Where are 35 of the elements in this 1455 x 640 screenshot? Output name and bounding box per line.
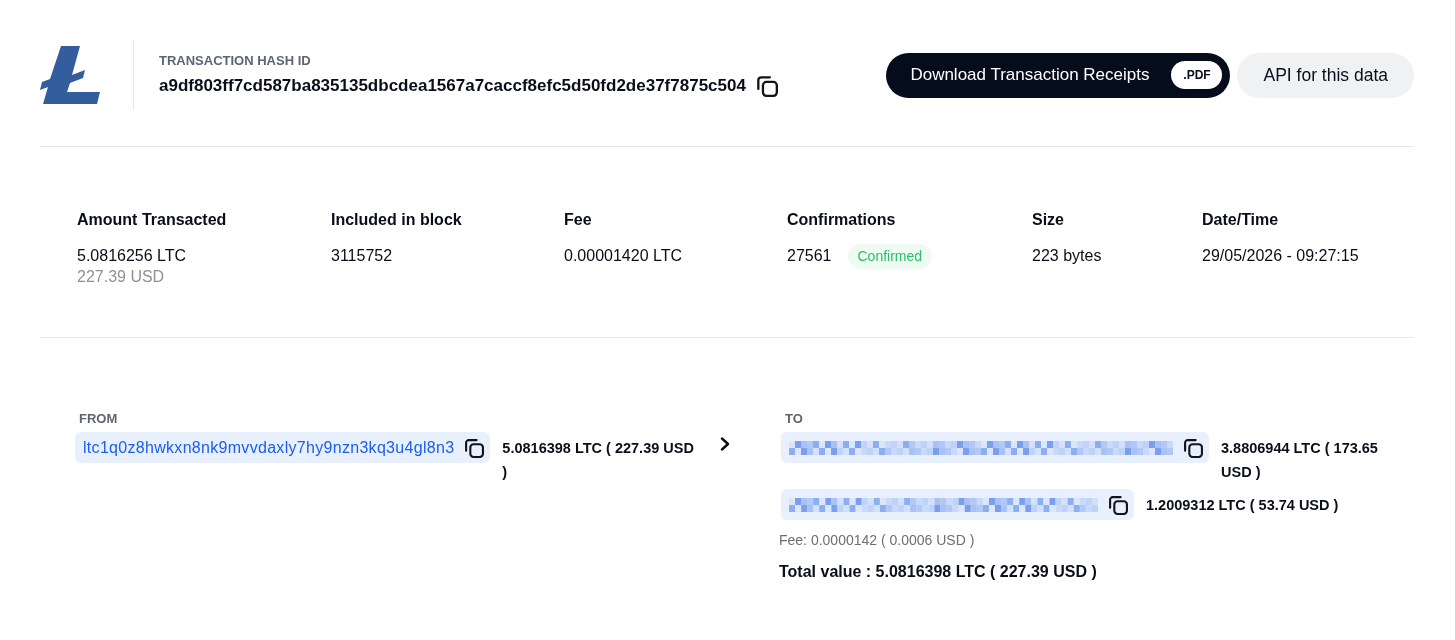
stat-value: 27561 xyxy=(787,246,832,266)
file-type-tag: .PDF xyxy=(1171,61,1223,89)
stat-value: 0.00001420 LTC xyxy=(564,246,682,266)
copy-icon[interactable] xyxy=(1108,494,1128,515)
fee-text: Fee: 0.0000142 ( 0.0006 USD ) xyxy=(779,531,975,550)
stat-label: Confirmations xyxy=(787,210,896,230)
transaction-hash: a9df803ff7cd587ba835135dbcdea1567a7caccf8efc5d50fd2de37f7875c504 xyxy=(159,75,746,97)
stat-label: Date/Time xyxy=(1202,210,1279,230)
stat-label: Included in block xyxy=(331,210,462,230)
stat-label: Fee xyxy=(564,210,592,230)
stat-secondary-value: 227.39 USD xyxy=(77,267,165,287)
amount-text: 5.0816398 LTC ( 227.39 USD ) xyxy=(502,440,694,480)
stat-label: Size xyxy=(1032,210,1064,230)
stat-value: 5.0816256 LTC xyxy=(77,246,187,266)
copy-icon[interactable] xyxy=(1183,437,1203,458)
total-value-text: Total value : 5.0816398 LTC ( 227.39 USD ) xyxy=(779,562,1097,582)
stat-label: Amount Transacted xyxy=(77,210,227,230)
copy-icon[interactable] xyxy=(755,75,778,97)
amount-text: 1.2009312 LTC ( 53.74 USD ) xyxy=(1146,497,1339,513)
chevron-right-icon xyxy=(720,437,730,451)
stat-value: 223 bytes xyxy=(1032,246,1102,266)
button-label: API for this data xyxy=(1263,64,1388,86)
stat-value: 3115752 xyxy=(331,246,393,266)
stat-value: 29/05/2026 - 09:27:15 xyxy=(1202,246,1359,266)
copy-icon[interactable] xyxy=(464,437,485,458)
download-button[interactable]: Download Transaction Receipts .PDF xyxy=(886,52,1231,98)
status-badge: Confirmed xyxy=(847,243,933,269)
api-button[interactable]: API for this data xyxy=(1237,52,1414,98)
hash-label: TRANSACTION HASH ID xyxy=(159,53,311,69)
amount-text: 3.8806944 LTC ( 173.65 USD ) xyxy=(1221,440,1378,480)
address-link[interactable]: ltc1q0z8hwkxn8nk9mvvdaxly7hy9nzn3kq3u4gl8n3 xyxy=(83,437,455,458)
button-label: Download Transaction Receipts xyxy=(910,65,1150,85)
logo-icon xyxy=(40,46,100,104)
from-label: FROM xyxy=(79,411,118,427)
to-label: TO xyxy=(785,411,803,427)
